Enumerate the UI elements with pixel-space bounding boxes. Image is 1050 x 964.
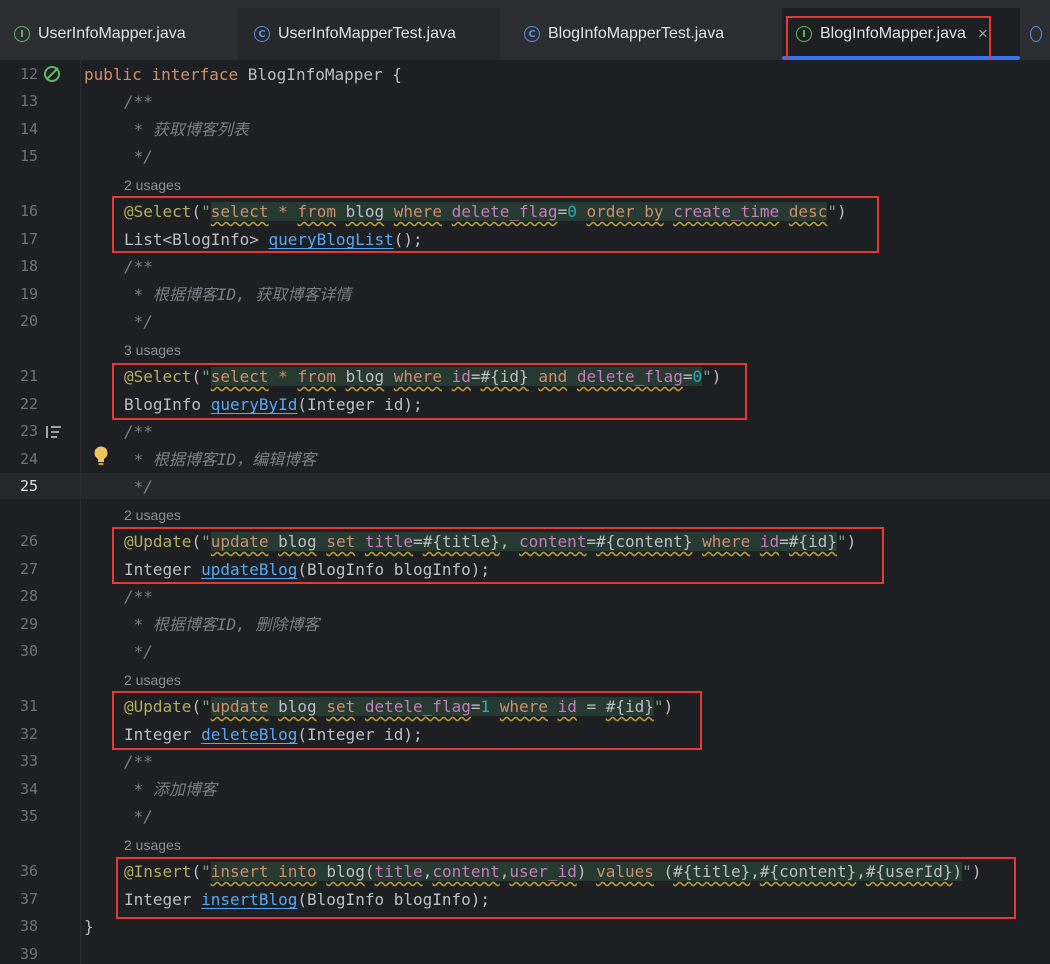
class-icon: C (524, 26, 540, 42)
code-editor[interactable]: 12 13 14 15 16 17 18 19 20 21 22 23 24 2… (0, 60, 1050, 964)
tab-overflow[interactable] (1030, 8, 1050, 60)
usages-hint[interactable]: 2 usages (124, 837, 181, 853)
line-number: 21 (19, 367, 38, 385)
tab-userinfomapper[interactable]: I UserInfoMapper.java (14, 8, 232, 60)
line-number: 23 (19, 422, 38, 440)
comment: */ (124, 312, 153, 331)
line-number: 39 (19, 945, 38, 963)
line-number: 31 (19, 697, 38, 715)
tab-label: BlogInfoMapperTest.java (548, 25, 725, 42)
highlight-box-select-list (112, 196, 879, 253)
tab-label: UserInfoMapper.java (38, 25, 186, 42)
usages-hint[interactable]: 2 usages (124, 672, 181, 688)
class-icon (1030, 26, 1042, 42)
line-number: 30 (19, 642, 38, 660)
comment: /** (124, 752, 153, 771)
comment: */ (124, 642, 153, 661)
line-number: 15 (19, 147, 38, 165)
line-number: 18 (19, 257, 38, 275)
highlight-box-tab (786, 16, 991, 65)
comment: */ (124, 147, 153, 166)
line-number: 35 (19, 807, 38, 825)
line-number: 13 (19, 92, 38, 110)
line-number: 29 (19, 615, 38, 633)
comment: * 根据博客ID，编辑博客 (124, 450, 317, 469)
highlight-box-update (112, 527, 884, 584)
line-number: 37 (19, 890, 38, 908)
line-number: 27 (19, 560, 38, 578)
comment: * 根据博客ID, 删除博客 (124, 615, 320, 634)
comment: /** (124, 422, 153, 441)
line-number: 36 (19, 862, 38, 880)
highlight-box-select-by-id (112, 363, 747, 420)
keyword: public (84, 65, 142, 84)
comment: */ (124, 477, 153, 496)
comment: * 添加博客 (124, 780, 217, 799)
class-icon: C (254, 26, 270, 42)
comment: * 获取博客列表 (124, 120, 249, 139)
line-number: 26 (19, 532, 38, 550)
comment: * 根据博客ID, 获取博客详情 (124, 285, 352, 304)
line-number: 20 (19, 312, 38, 330)
tab-bloginfomappertest[interactable]: C BlogInfoMapperTest.java (524, 8, 764, 60)
line-number: 12 (19, 65, 38, 83)
line-number: 38 (19, 917, 38, 935)
editor-tab-bar: I UserInfoMapper.java C UserInfoMapperTe… (0, 0, 1050, 65)
closing-brace: } (84, 917, 94, 936)
line-number: 24 (19, 450, 38, 468)
usages-hint[interactable]: 2 usages (124, 177, 181, 193)
usages-hint[interactable]: 2 usages (124, 507, 181, 523)
line-number-current: 25 (19, 477, 38, 495)
line-number: 16 (19, 202, 38, 220)
line-number: 33 (19, 752, 38, 770)
tab-userinfomappertest[interactable]: C UserInfoMapperTest.java (238, 8, 500, 60)
comment: /** (124, 587, 153, 606)
keyword: interface (151, 65, 239, 84)
interface-name: BlogInfoMapper { (238, 65, 402, 84)
current-line-highlight (0, 473, 1050, 499)
structure-icon[interactable] (45, 424, 63, 440)
usages-hint[interactable]: 3 usages (124, 342, 181, 358)
lightbulb-icon[interactable] (93, 445, 109, 467)
highlight-box-insert (116, 857, 1016, 919)
comment: /** (124, 257, 153, 276)
interface-declaration: public interface BlogInfoMapper { (84, 64, 402, 86)
line-number: 28 (19, 587, 38, 605)
tab-label: UserInfoMapperTest.java (278, 25, 456, 42)
comment: */ (124, 807, 153, 826)
comment: /** (124, 92, 153, 111)
line-number: 32 (19, 725, 38, 743)
interface-icon: I (14, 26, 30, 42)
no-implementations-icon[interactable] (42, 64, 64, 86)
highlight-box-delete (112, 691, 702, 750)
line-number: 14 (19, 120, 38, 138)
gutter-separator (80, 60, 81, 964)
line-number: 17 (19, 230, 38, 248)
line-number: 22 (19, 395, 38, 413)
line-number: 34 (19, 780, 38, 798)
line-number: 19 (19, 285, 38, 303)
